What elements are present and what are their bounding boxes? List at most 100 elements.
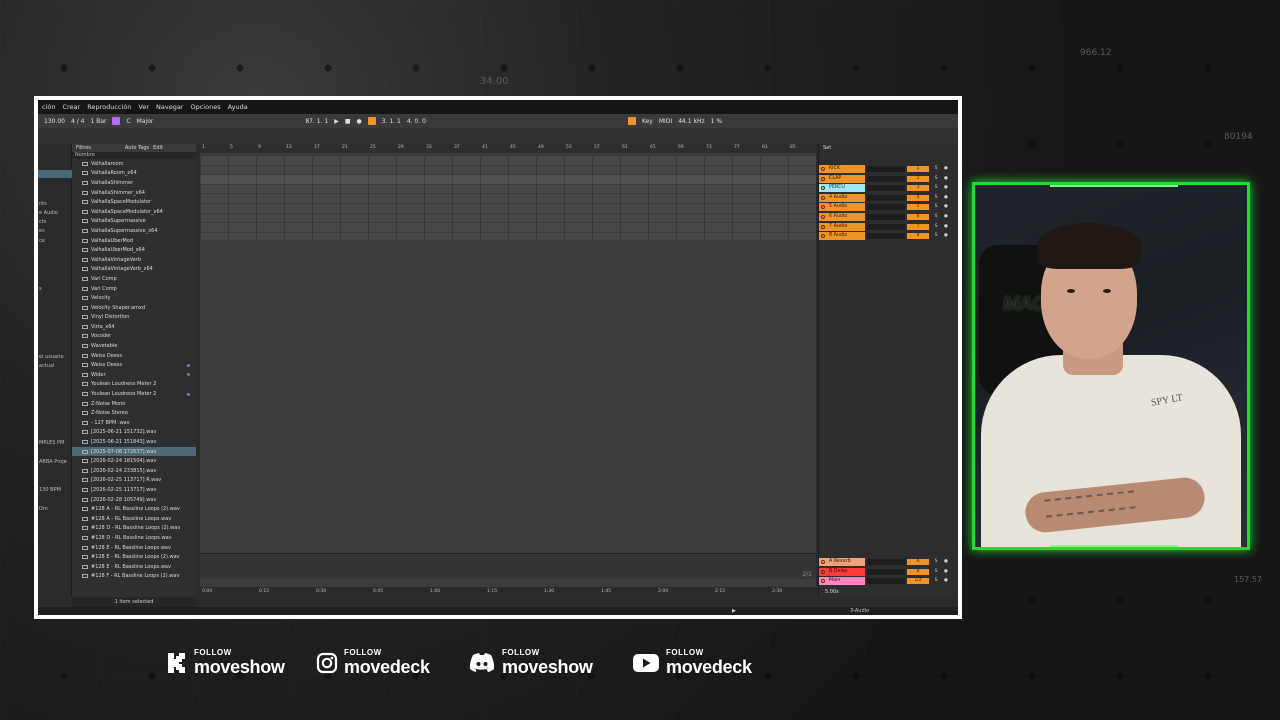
browser-item[interactable]: - 127 BPM .wav [72, 418, 196, 428]
browser-item[interactable]: ValhallaUberMod_x64 [72, 245, 196, 255]
places-item[interactable]: s [39, 286, 42, 292]
browser-item[interactable]: [2025-07-08 172637].wav [72, 446, 196, 457]
track-number[interactable]: 8 [907, 233, 929, 240]
play-icon[interactable]: ▶ [334, 118, 339, 125]
track-number[interactable]: A [907, 559, 929, 565]
tempo-field[interactable]: 130.00 [44, 118, 65, 125]
solo-button[interactable]: S [933, 185, 939, 191]
arm-button[interactable]: ● [943, 195, 949, 201]
browser-item[interactable]: [2026-02-25 113717].wav [72, 485, 196, 495]
track-name[interactable]: 7 Audio [819, 222, 865, 231]
browser-item[interactable]: #128 E - RL Bassline Loops.wav [72, 543, 196, 553]
menu-item-crear[interactable]: Crear [62, 103, 80, 111]
track-name[interactable]: CLAP [819, 174, 865, 183]
browser-item[interactable]: #128 D - RL Bassline Loops (2).wav [72, 524, 196, 534]
track-number[interactable]: 1/2 [907, 578, 929, 585]
arm-button[interactable]: ● [943, 224, 949, 230]
places-item[interactable]: nts [39, 201, 47, 207]
stop-icon[interactable]: ■ [345, 118, 351, 125]
track-activator-icon[interactable] [821, 176, 825, 181]
scale-select[interactable]: Major [137, 118, 154, 125]
solo-button[interactable]: S [933, 176, 939, 182]
track-activator-icon[interactable] [821, 569, 825, 574]
menu-item-navegar[interactable]: Navegar [156, 103, 183, 111]
browser-item[interactable]: #128 E - RL Bassline Loops (2).wav [72, 552, 196, 562]
solo-button[interactable]: S [933, 578, 939, 584]
browser-item[interactable]: ValhallaVintageVerb_x64 [72, 265, 196, 275]
browser-item[interactable]: Vari Comp [72, 274, 196, 284]
track-number[interactable]: 2 [907, 175, 929, 182]
track-activator-icon[interactable] [821, 215, 825, 219]
places-item[interactable]: ce [39, 238, 45, 244]
track-activator-icon[interactable] [821, 234, 825, 239]
edit-tab[interactable]: Edit [153, 145, 163, 151]
key-select[interactable]: C [126, 118, 130, 125]
browser-item[interactable]: #128 A - RL Bassline Loops (2).wav [72, 504, 196, 514]
browser-item[interactable]: Wider [72, 370, 196, 380]
browser-item[interactable]: Vari Comp [72, 284, 196, 294]
track-activator-icon[interactable] [821, 205, 825, 210]
track-header[interactable]: 6 Audio 6 S ● [819, 213, 958, 221]
track-header[interactable]: Main 1/2 S ● [819, 577, 958, 586]
arm-button[interactable]: ● [943, 214, 949, 220]
track-header[interactable]: 8 Audio 8 S ● [819, 232, 958, 241]
arm-button[interactable]: ● [943, 166, 949, 172]
track-name[interactable]: PERCU [819, 184, 865, 193]
arm-button[interactable]: ● [943, 233, 949, 239]
arm-button[interactable]: ● [943, 204, 949, 210]
browser-item[interactable]: #128 A - RL Bassline Loops.wav [72, 514, 196, 524]
browser-item[interactable]: ValhallaSupermassive [72, 217, 196, 227]
track-number[interactable]: 7 [907, 223, 929, 230]
track-number[interactable]: 1 [907, 166, 929, 172]
browser-item[interactable]: Velocity Shaper.amxd [72, 303, 196, 313]
browser-item[interactable]: [2026-02-24 181504].wav [72, 456, 196, 466]
beat-ruler[interactable]: 1 5 9 13 17 21 25 29 33 37 41 45 49 53 57 61 65 69 73 77 81 8… [200, 144, 816, 153]
places-item[interactable]: ABBA Proje [39, 459, 67, 465]
time-ruler[interactable]: 0:00 0:15 0:30 0:45 1:00 1:15 1:30 1:45 2:00 2:15… [200, 587, 816, 597]
arm-button[interactable]: ● [943, 185, 949, 191]
social-youtube[interactable]: FOLLOW movedeck [632, 648, 752, 677]
track-header[interactable]: B Delay B S ● [819, 567, 958, 576]
menu-item-ayuda[interactable]: Ayuda [228, 103, 248, 111]
loop-start-field[interactable]: 3. 1. 1 [382, 118, 401, 125]
track-header[interactable]: A Reverb A S ● [819, 558, 958, 566]
solo-button[interactable]: S [933, 224, 939, 230]
midi-label[interactable]: MIDI [659, 118, 672, 125]
track-header[interactable]: PERCU 3 S ● [819, 184, 958, 193]
places-item[interactable]: 130 BPM [39, 487, 61, 493]
arm-button[interactable]: ● [943, 569, 949, 575]
browser-item[interactable]: ValhallaSpaceModulator_x64 [72, 207, 196, 217]
browser-item[interactable]: [2026-02-25 113717] R.wav [72, 476, 196, 486]
menu-item-ver[interactable]: Ver [138, 103, 149, 111]
menu-item-opciones[interactable]: Opciones [190, 103, 220, 111]
browser-item[interactable]: Z-Noise Mono [72, 399, 196, 409]
browser-item[interactable]: ValhallaRoom_x64 [72, 169, 196, 179]
browser-item[interactable]: ValhallaUberMod [72, 236, 196, 246]
scale-icon[interactable] [112, 117, 121, 125]
return-lanes[interactable]: 2/1 [200, 553, 816, 579]
quantize-select[interactable]: 1 Bar [90, 118, 106, 125]
menu-item-reproduccion[interactable]: Reproducción [87, 103, 131, 111]
places-item[interactable]: el usuario [39, 354, 64, 360]
track-activator-icon[interactable] [821, 167, 825, 171]
track-activator-icon[interactable] [821, 560, 825, 564]
browser-item[interactable]: Youlean Loudness Meter 2 [72, 380, 196, 390]
zoom-display[interactable]: 5.00s [825, 589, 839, 595]
browser-item[interactable]: Youlean Loudness Meter 2 [72, 389, 196, 399]
browser-item[interactable]: Velocity [72, 293, 196, 303]
places-item[interactable]: e Audio [39, 210, 58, 216]
menu-item-edicion[interactable]: ción [42, 103, 55, 111]
browser-item[interactable]: Valhallaroom [72, 159, 196, 169]
track-name[interactable]: 4 Audio [819, 193, 865, 202]
track-name[interactable]: 8 Audio [819, 232, 865, 241]
position-field[interactable]: 87. 1. 1 [305, 118, 328, 125]
solo-button[interactable]: S [933, 559, 939, 565]
track-name[interactable]: 5 Audio [819, 203, 865, 212]
browser-item[interactable]: [2026-02-24 233815].wav [72, 466, 196, 476]
solo-button[interactable]: S [933, 233, 939, 239]
track-header[interactable]: 7 Audio 7 S ● [819, 222, 958, 231]
track-number[interactable]: 4 [907, 194, 929, 201]
solo-button[interactable]: S [933, 569, 939, 575]
key-map-icon[interactable] [627, 117, 636, 125]
set-label[interactable]: Set [819, 144, 958, 153]
